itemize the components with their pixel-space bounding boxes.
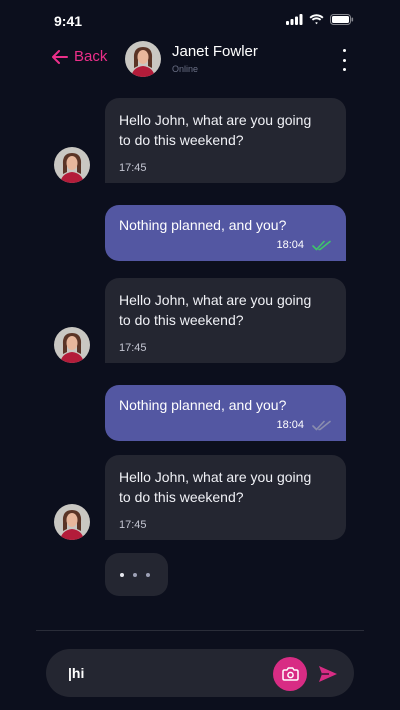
more-options-button[interactable]: [338, 49, 350, 71]
send-button[interactable]: [317, 663, 339, 685]
message-time: 17:45: [119, 519, 147, 531]
message-text-line: to do this weekend?: [119, 489, 244, 505]
message-text-line: Hello John, what are you going: [119, 292, 312, 308]
message-text: Nothing planned, and you?: [119, 217, 287, 233]
signal-icon: [286, 14, 303, 25]
message-time: 17:45: [119, 342, 147, 354]
message-text: Nothing planned, and you?: [119, 397, 287, 413]
typing-dot: [146, 572, 150, 577]
contact-status: Online: [172, 64, 199, 74]
typing-indicator: [105, 553, 168, 596]
avatar: [54, 504, 90, 540]
message-text-line: Hello John, what are you going: [119, 469, 312, 485]
message-text-line: to do this weekend?: [119, 312, 244, 328]
message-composer: |hi: [46, 649, 354, 697]
message-time: 17:45: [119, 162, 147, 174]
status-time: 9:41: [54, 13, 83, 29]
camera-button[interactable]: [273, 657, 307, 691]
double-check-icon: [312, 420, 331, 430]
divider: [36, 630, 364, 631]
avatar: [54, 147, 90, 183]
contact-name: Janet Fowler: [172, 43, 258, 60]
message-incoming[interactable]: Hello John, what are you going to do thi…: [105, 98, 346, 183]
message-incoming[interactable]: Hello John, what are you going to do thi…: [105, 278, 346, 363]
message-text-line: to do this weekend?: [119, 132, 244, 148]
typing-dot: [120, 572, 124, 577]
more-vertical-icon: [342, 49, 346, 52]
contact-avatar[interactable]: [125, 41, 161, 77]
back-label: Back: [74, 48, 108, 65]
typing-dot: [133, 572, 137, 577]
camera-icon: [281, 667, 299, 681]
chat-header: Back Janet Fowler Online: [0, 38, 400, 84]
message-input[interactable]: |hi: [68, 665, 84, 681]
message-text-line: Hello John, what are you going: [119, 112, 312, 128]
avatar: [54, 327, 90, 363]
status-icons: [286, 14, 354, 25]
message-time: 18:04: [276, 239, 304, 251]
message-time: 18:04: [276, 419, 304, 431]
back-button[interactable]: Back: [52, 48, 107, 65]
battery-icon: [330, 14, 354, 25]
message-incoming[interactable]: Hello John, what are you going to do thi…: [105, 455, 346, 540]
wifi-icon: [309, 14, 324, 25]
status-bar: 9:41: [0, 0, 400, 40]
send-icon: [319, 666, 337, 682]
double-check-icon: [312, 240, 331, 250]
message-outgoing[interactable]: Nothing planned, and you? 18:04: [105, 385, 346, 441]
message-outgoing[interactable]: Nothing planned, and you? 18:04: [105, 205, 346, 261]
back-arrow-icon: [52, 49, 68, 64]
